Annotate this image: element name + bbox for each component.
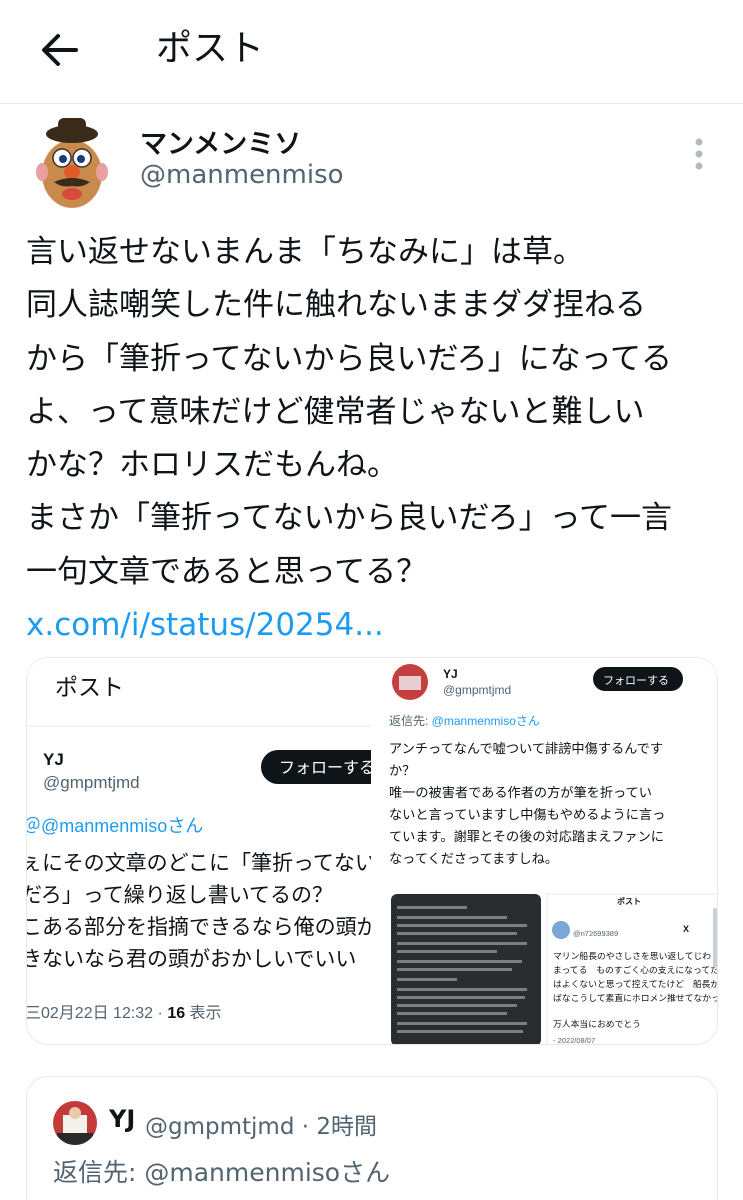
media-right-handle: @gmpmtjmd [443,683,511,697]
media-right-inner-card-handle: @n72699389 [573,929,618,938]
media-left-follow-label: フォローする [279,759,371,777]
media-right-inner-card-date: - 2022/08/07 [553,1036,595,1045]
media-left-reply-to: ＠@manmenmisoさん [27,816,203,836]
media-right-inner-card-line: マリン船長のやさしさを思い返してじわし [553,950,718,961]
media-right-body-line: か？ [389,763,415,778]
tweet-line: 一句文章であると思ってる？ [26,553,428,590]
tweet-line: まさか「筆折ってないから良いだろ」って一言 [26,500,673,537]
media-right-inner-card-line: 万人本当におめでとう [553,1018,641,1029]
x-logo-icon: X [683,924,689,934]
media-left-name: YJ [43,750,64,769]
tweet-link[interactable]: x.com/i/status/20254... [26,599,726,652]
media-grid: ポスト YJ @gmpmtjmd フォローする ＠@manmenmisoさん ぇ… [26,657,718,1045]
media-right-inner-card-line: はよくないと思って控えてたけど 船長がいし [553,978,718,989]
media-right-inner-card-line: まってる ものすごく心の支えになってた [553,964,718,975]
media-left-header-title: ポスト [55,674,124,700]
tweet-line: かな？ホロリスだもんね。 [26,447,398,484]
arrow-left-icon [42,34,78,66]
page-title: ポスト [156,28,265,69]
avatar-image [22,112,122,212]
tweet-line: から「筆折ってないから良いだろ」になってる [26,340,673,377]
tweet-line: 同人誌嘲笑した件に触れないままダダ捏ねる [26,287,646,324]
media-left-body-line: こある部分を指摘できるなら俺の頭が [27,916,371,939]
quote-card[interactable]: YJ @gmpmtjmd · 2時間 返信先: @manmenmisoさん [26,1076,718,1200]
media-left-meta-views: 16 [167,1005,185,1022]
back-button[interactable] [36,26,84,74]
media-left-body-line: だろ」って繰り返し書いてるの？ [27,884,333,907]
media-left-meta-time: 三02月22日 12:32 · [27,1005,167,1022]
quote-avatar-image [53,1101,97,1145]
media-left-meta-views-label: 表示 [185,1004,221,1022]
tweet-line: 言い返せないまんま「ちなみに」は草。 [26,234,584,270]
top-bar: ポスト [0,0,743,104]
media-right-body-line: ています。謝罪とその後の対応踏まえファンに [389,829,664,844]
media-right-inner-card-line: ばなこうして素直にホロメン推せてなかった [553,992,718,1003]
media-left-handle: @gmpmtjmd [43,773,140,792]
media-image-right[interactable]: YJ @gmpmtjmd フォローする 返信先: @manmenmisoさん ア… [377,658,718,1045]
media-left-body-line: きないなら君の頭がおかしいでいい [27,948,356,971]
quote-display-name: YJ [109,1105,136,1133]
media-image-left-render: ポスト YJ @gmpmtjmd フォローする ＠@manmenmisoさん ぇ… [27,658,371,1044]
media-image-right-render: YJ @gmpmtjmd フォローする 返信先: @manmenmisoさん ア… [377,658,718,1045]
tweet-line: よ、って意味だけど健常者じゃないと難しい [26,393,645,430]
media-right-body-line: なってくださってますしね。 [389,851,558,866]
media-right-reply-prefix: 返信先: [389,714,432,728]
media-right-reply: 返信先: @manmenmisoさん [389,714,540,728]
quote-reply-prefix: 返信先: [53,1158,145,1187]
media-right-body-line: 唯一の被害者である作者の方が筆を折ってい [389,785,652,800]
quote-reply-to: 返信先: @manmenmisoさん [53,1153,390,1189]
display-name[interactable]: マンメンミソ [140,122,301,161]
media-image-left[interactable]: ポスト YJ @gmpmtjmd フォローする ＠@manmenmisoさん ぇ… [27,658,371,1044]
media-right-inner-card-title: ポスト [617,896,641,906]
avatar[interactable] [22,112,122,212]
media-left-meta: 三02月22日 12:32 · 16 表示 [27,1004,222,1022]
user-handle[interactable]: @manmenmiso [140,160,344,190]
quote-reply-mention[interactable]: @manmenmisoさん [144,1158,390,1187]
media-right-reply-to: @manmenmisoさん [432,714,540,728]
quote-handle-time: @gmpmtjmd · 2時間 [145,1114,377,1140]
more-vertical-icon [695,138,703,170]
tweet-text: 言い返せないまんま「ちなみに」は草。 同人誌嘲笑した件に触れないままダダ捏ねる … [26,226,726,652]
media-left-body-line: ぇにその文章のどこに「筆折ってない [27,852,371,875]
media-right-name: YJ [443,667,458,681]
media-right-follow-label: フォローする [603,674,669,687]
more-options-button[interactable] [684,134,714,174]
media-right-body-line: アンチってなんで嘘ついて誹謗中傷するんです [389,740,663,756]
author-row: マンメンミソ @manmenmiso [0,108,743,212]
media-right-body-line: ないと言っていますし中傷もやめるように言っ [389,807,665,822]
avatar[interactable] [53,1101,97,1145]
